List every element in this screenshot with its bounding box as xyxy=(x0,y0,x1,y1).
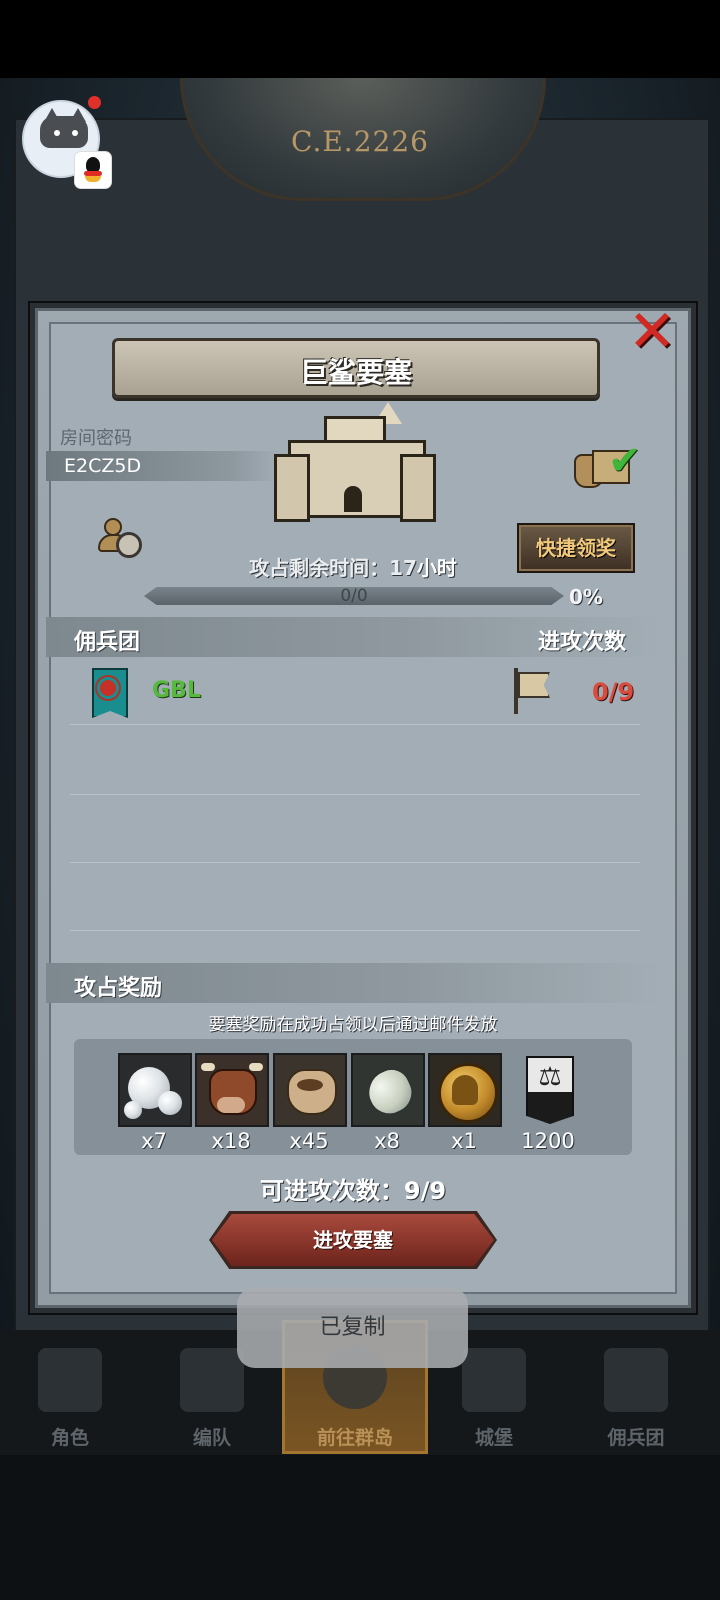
justice-banner-icon[interactable]: ⚖ xyxy=(526,1056,574,1124)
pearl-icon xyxy=(118,1053,192,1127)
room-password-label: 房间密码 xyxy=(60,428,132,449)
guild-attack-count: 0/9 xyxy=(592,678,635,706)
reward-qty: x18 xyxy=(211,1129,251,1153)
attack-count-header: 进攻次数 xyxy=(538,630,627,655)
remaining-time: 攻占剩余时间：17小时 xyxy=(249,556,457,580)
sack-icon xyxy=(273,1053,347,1127)
row-divider xyxy=(70,862,640,863)
loot-claimed-icon[interactable]: ✔ xyxy=(574,438,652,490)
flag-icon xyxy=(512,668,550,714)
rewards-header: 攻占奖励 xyxy=(74,976,163,1001)
bottom-area xyxy=(0,1455,720,1600)
attack-fortress-button[interactable]: 进攻要塞 xyxy=(212,1214,494,1266)
dialog-title: 巨鲨要塞 xyxy=(299,356,412,389)
reward-item[interactable]: x8 xyxy=(351,1053,425,1153)
castle-icon xyxy=(274,402,436,522)
close-x-icon[interactable]: ✕ xyxy=(626,302,678,360)
checkmark-icon: ✔ xyxy=(608,438,642,484)
status-bar xyxy=(0,0,720,78)
helmet-icon xyxy=(180,1348,244,1412)
qq-penguin-icon xyxy=(74,151,112,189)
guild-banner-icon xyxy=(92,668,128,718)
progress-bar: 0/0 xyxy=(144,586,564,606)
mercenary-header: 佣兵团 xyxy=(74,630,141,655)
reward-qty: x8 xyxy=(374,1129,400,1153)
copied-toast: 已复制 xyxy=(237,1287,468,1368)
reward-qty: x45 xyxy=(289,1129,329,1153)
reward-item[interactable]: x18 xyxy=(195,1053,269,1153)
title-plate: 巨鲨要塞 xyxy=(112,338,600,398)
row-divider xyxy=(70,794,640,795)
nav-character[interactable]: 角色 xyxy=(0,1340,140,1450)
reward-item[interactable]: x1 xyxy=(428,1053,502,1153)
notification-dot xyxy=(88,96,101,109)
nav-mercenary[interactable]: 佣兵团 xyxy=(566,1340,706,1450)
stone-icon xyxy=(351,1053,425,1127)
knight-icon xyxy=(38,1348,102,1412)
row-divider xyxy=(70,724,640,725)
row-divider xyxy=(70,930,640,931)
cow-icon xyxy=(195,1053,269,1127)
guild-name[interactable]: GBL xyxy=(152,678,201,703)
reward-item[interactable]: x45 xyxy=(273,1053,347,1153)
castle-nav-icon xyxy=(462,1348,526,1412)
medal-icon xyxy=(428,1053,502,1127)
reward-qty: 1200 xyxy=(521,1129,575,1153)
attacks-available: 可进攻次数：9/9 xyxy=(259,1177,447,1205)
ship-icon xyxy=(604,1348,668,1412)
room-code[interactable]: E2CZ5D xyxy=(64,455,141,477)
reward-qty: x1 xyxy=(451,1129,477,1153)
rewards-note: 要塞奖励在成功占领以后通过邮件发放 xyxy=(208,1015,498,1035)
reward-item[interactable]: x7 xyxy=(118,1053,192,1153)
reward-qty: x7 xyxy=(141,1129,167,1153)
progress-percent: 0% xyxy=(569,585,603,609)
progress-value: 0/0 xyxy=(340,586,368,606)
